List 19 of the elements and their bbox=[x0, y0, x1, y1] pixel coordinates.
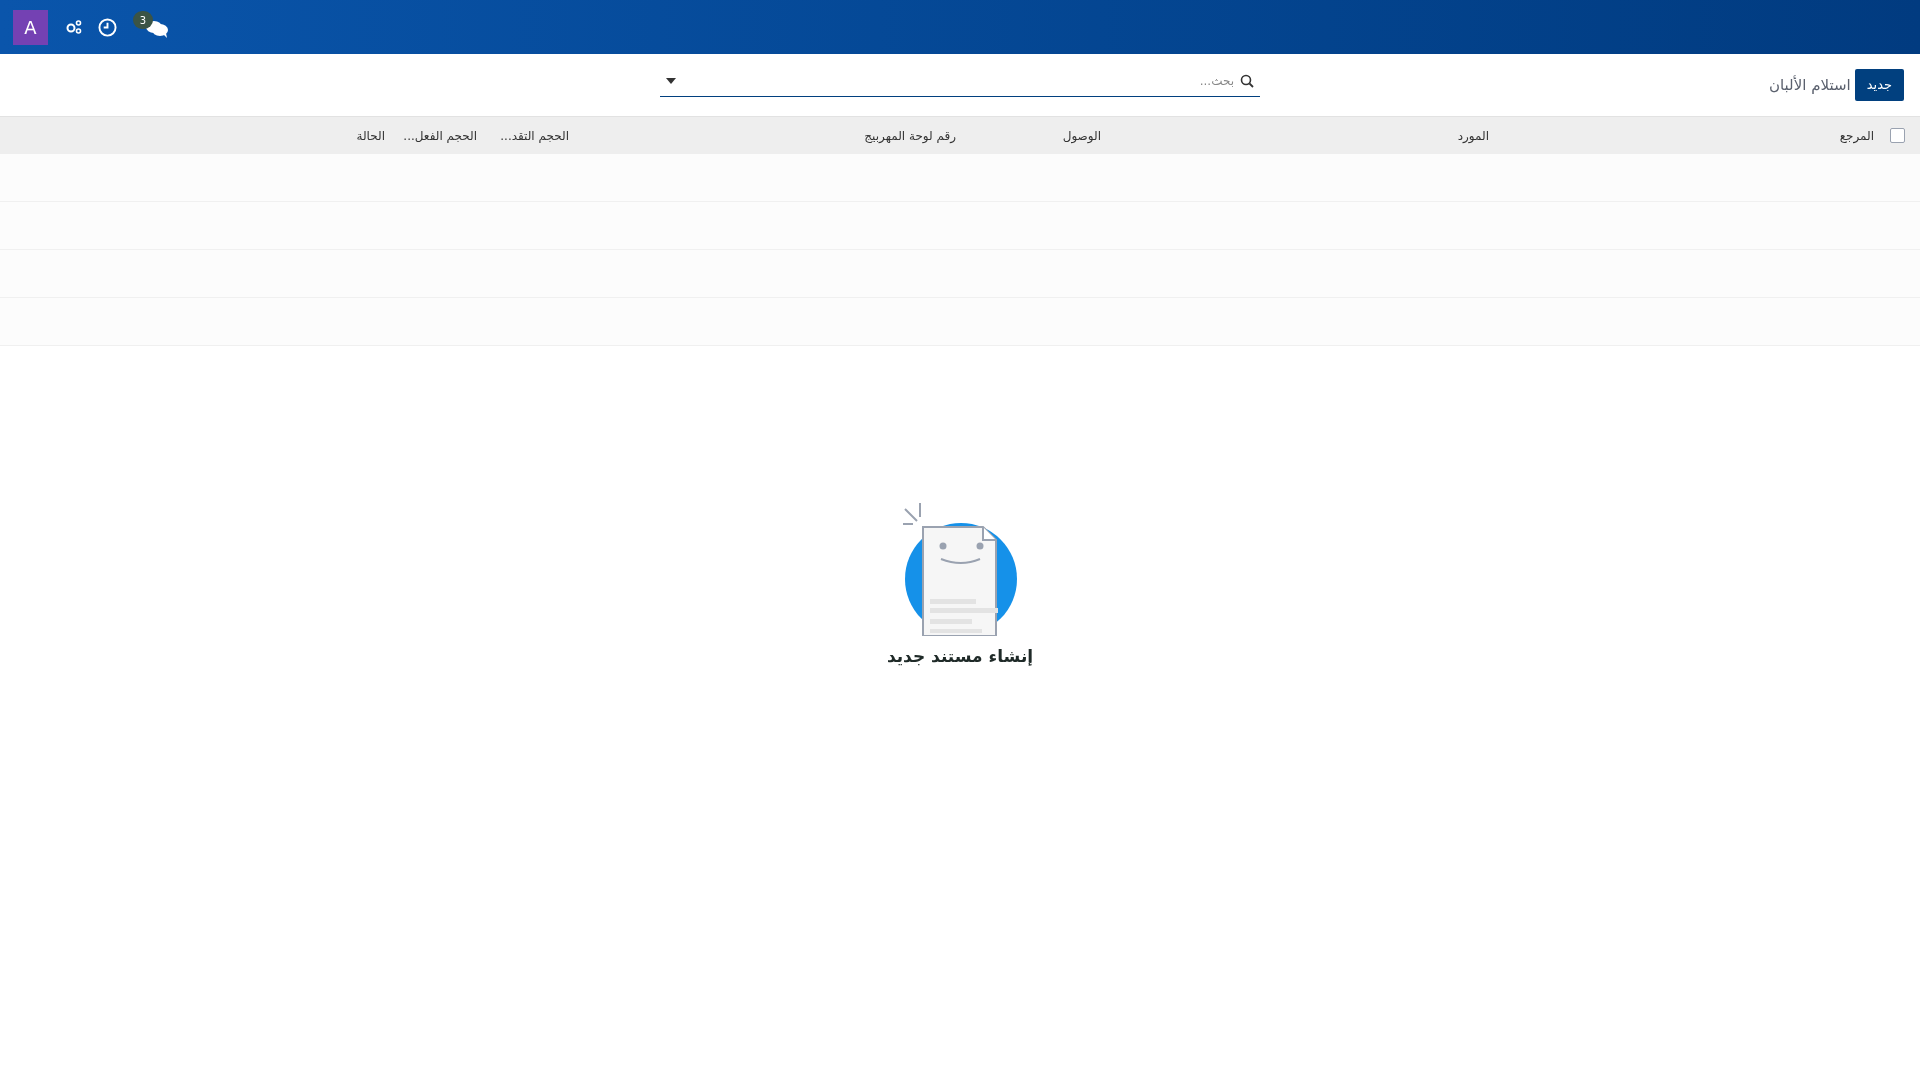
column-header[interactable]: الحجم الفعل... bbox=[403, 128, 477, 143]
column-header[interactable]: رقم لوحة المهربيج bbox=[864, 128, 956, 143]
empty-state-title: إنشاء مستند جديد bbox=[886, 645, 1034, 668]
column-header[interactable]: الحالة bbox=[356, 128, 385, 143]
user-avatar[interactable]: A bbox=[13, 9, 48, 45]
messages-button[interactable]: 3 bbox=[133, 12, 169, 42]
column-header[interactable]: الوصول bbox=[1062, 128, 1101, 143]
search-field[interactable]: بحث... bbox=[684, 71, 1234, 90]
clock-icon[interactable] bbox=[98, 17, 117, 37]
search-icon bbox=[1240, 73, 1254, 88]
column-header[interactable]: المورد bbox=[1457, 128, 1489, 143]
breadcrumb-title: استلام الألبان bbox=[1769, 74, 1851, 96]
new-button[interactable]: جديد bbox=[1854, 69, 1904, 101]
activity-icon[interactable] bbox=[66, 20, 82, 34]
dropdown-caret-icon[interactable] bbox=[666, 77, 676, 84]
column-header[interactable]: المرجع bbox=[1839, 128, 1874, 143]
select-all-checkbox[interactable] bbox=[1890, 128, 1905, 143]
column-header[interactable]: الحجم التقد... bbox=[500, 128, 569, 143]
notification-count: 3 bbox=[133, 11, 153, 29]
